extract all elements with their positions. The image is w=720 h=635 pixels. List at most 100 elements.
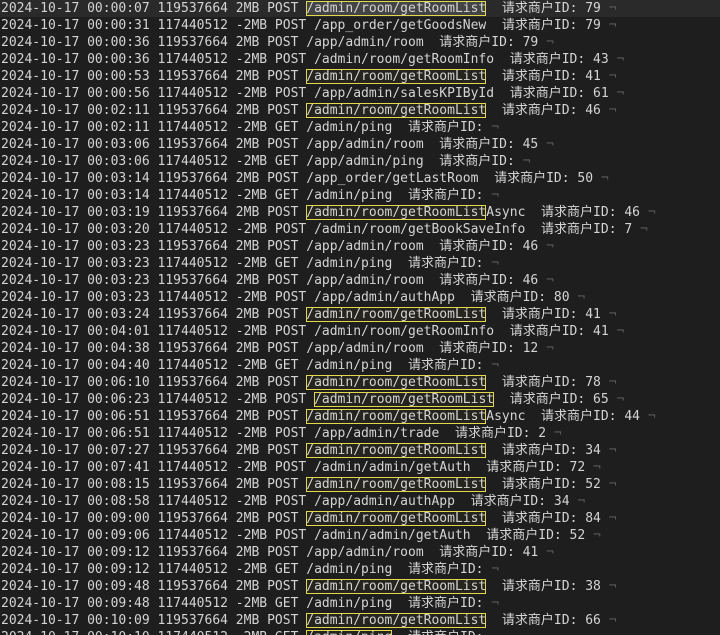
log-line[interactable]: 2024-10-17 00:09:48 117440512 -2MB GET /… — [0, 595, 720, 612]
log-line-text: 2024-10-17 00:04:40 117440512 -2MB GET /… — [1, 358, 492, 373]
log-line-text: 请求商户ID: — [392, 630, 491, 635]
log-line-text: Async 请求商户ID: 44 — [486, 409, 648, 424]
log-line[interactable]: 2024-10-17 00:03:23 119537664 2MB POST /… — [0, 272, 720, 289]
end-of-line-marker: ¬ — [546, 35, 554, 50]
log-line[interactable]: 2024-10-17 00:07:27 119537664 2MB POST /… — [0, 442, 720, 459]
end-of-line-marker: ¬ — [608, 18, 617, 33]
log-line[interactable]: 2024-10-17 00:06:23 117440512 -2MB POST … — [0, 391, 720, 408]
log-line[interactable]: 2024-10-17 00:00:07 119537664 2MB POST /… — [0, 0, 720, 17]
log-line-text: 请求商户ID: 41 — [486, 69, 609, 84]
end-of-line-marker: ¬ — [608, 1, 617, 16]
log-line[interactable]: 2024-10-17 00:00:31 117440512 -2MB POST … — [0, 17, 720, 34]
log-line[interactable]: 2024-10-17 00:03:14 117440512 -2MB GET /… — [0, 187, 720, 204]
search-match-highlight: /admin/room/getRoomList — [314, 392, 495, 407]
end-of-line-marker: ¬ — [616, 52, 625, 67]
log-line[interactable]: 2024-10-17 00:04:40 117440512 -2MB GET /… — [0, 357, 720, 374]
log-line-text: 2024-10-17 00:04:01 117440512 -2MB POST … — [1, 324, 617, 339]
log-line-text: 2024-10-17 00:07:41 117440512 -2MB POST … — [1, 460, 594, 475]
search-match-highlight: /admin/room/getRoomList — [306, 1, 487, 16]
search-match-highlight: /admin/room/getRoomList — [306, 579, 487, 594]
log-line-text: 2024-10-17 00:07:27 119537664 2MB POST — [1, 443, 307, 458]
log-line[interactable]: 2024-10-17 00:03:23 119537664 2MB POST /… — [0, 238, 720, 255]
log-line[interactable]: 2024-10-17 00:00:53 119537664 2MB POST /… — [0, 68, 720, 85]
log-line[interactable]: 2024-10-17 00:03:06 119537664 2MB POST /… — [0, 136, 720, 153]
end-of-line-marker: ¬ — [491, 562, 500, 577]
end-of-line-marker: ¬ — [647, 205, 656, 220]
search-match-highlight: /admin/room/getRoomList — [306, 375, 487, 390]
log-line-text: 2024-10-17 00:10:10 117440512 -2MB GET — [1, 630, 306, 635]
log-line[interactable]: 2024-10-17 00:03:23 117440512 -2MB GET /… — [0, 255, 720, 272]
log-line-text: 请求商户ID: 66 — [486, 613, 609, 628]
log-line-text: 2024-10-17 00:03:23 117440512 -2MB POST … — [1, 290, 578, 305]
log-line-text: 2024-10-17 00:02:11 119537664 2MB POST — [1, 103, 307, 118]
log-line[interactable]: 2024-10-17 00:08:58 117440512 -2MB POST … — [0, 493, 720, 510]
end-of-line-marker: ¬ — [608, 613, 617, 628]
log-line[interactable]: 2024-10-17 00:02:11 117440512 -2MB GET /… — [0, 119, 720, 136]
end-of-line-marker: ¬ — [546, 137, 554, 152]
log-line[interactable]: 2024-10-17 00:03:23 117440512 -2MB POST … — [0, 289, 720, 306]
log-line[interactable]: 2024-10-17 00:00:36 119537664 2MB POST /… — [0, 34, 720, 51]
log-line[interactable]: 2024-10-17 00:10:10 117440512 -2MB GET /… — [0, 629, 720, 635]
end-of-line-marker: ¬ — [491, 256, 500, 271]
end-of-line-marker: ¬ — [608, 579, 617, 594]
end-of-line-marker: ¬ — [546, 341, 554, 356]
log-line[interactable]: 2024-10-17 00:06:10 119537664 2MB POST /… — [0, 374, 720, 391]
log-line[interactable]: 2024-10-17 00:09:12 119537664 2MB POST /… — [0, 544, 720, 561]
end-of-line-marker: ¬ — [616, 392, 625, 407]
log-line[interactable]: 2024-10-17 00:02:11 119537664 2MB POST /… — [0, 102, 720, 119]
log-line-text: 2024-10-17 00:08:58 117440512 -2MB POST … — [1, 494, 578, 509]
log-line[interactable]: 2024-10-17 00:06:51 117440512 -2MB POST … — [0, 425, 720, 442]
end-of-line-marker: ¬ — [577, 290, 586, 305]
end-of-line-marker: ¬ — [546, 545, 554, 560]
log-line-text: 2024-10-17 00:04:38 119537664 2MB POST /… — [1, 341, 547, 356]
log-line-text: 2024-10-17 00:03:14 119537664 2MB POST /… — [1, 171, 601, 186]
log-line[interactable]: 2024-10-17 00:04:38 119537664 2MB POST /… — [0, 340, 720, 357]
search-match-highlight: /admin/room/getRoomList — [306, 477, 487, 492]
log-line-text: 请求商户ID: 46 — [486, 103, 609, 118]
log-line[interactable]: 2024-10-17 00:08:15 119537664 2MB POST /… — [0, 476, 720, 493]
log-line[interactable]: 2024-10-17 00:07:41 117440512 -2MB POST … — [0, 459, 720, 476]
log-line[interactable]: 2024-10-17 00:10:09 119537664 2MB POST /… — [0, 612, 720, 629]
log-line-text: 2024-10-17 00:10:09 119537664 2MB POST — [1, 613, 307, 628]
log-line[interactable]: 2024-10-17 00:09:48 119537664 2MB POST /… — [0, 578, 720, 595]
log-line-text: 2024-10-17 00:06:51 117440512 -2MB POST … — [1, 426, 554, 441]
log-line-text: 2024-10-17 00:03:23 117440512 -2MB GET /… — [1, 256, 492, 271]
log-line[interactable]: 2024-10-17 00:00:36 117440512 -2MB POST … — [0, 51, 720, 68]
log-line[interactable]: 2024-10-17 00:03:19 119537664 2MB POST /… — [0, 204, 720, 221]
end-of-line-marker: ¬ — [593, 460, 601, 475]
log-line-text: 2024-10-17 00:03:19 119537664 2MB POST — [1, 205, 307, 220]
end-of-line-marker: ¬ — [647, 409, 656, 424]
log-line[interactable]: 2024-10-17 00:04:01 117440512 -2MB POST … — [0, 323, 720, 340]
search-match-highlight: /admin/room/getRoomList — [306, 307, 487, 322]
log-editor[interactable]: 2024-10-17 00:00:07 119537664 2MB POST /… — [0, 0, 720, 635]
search-match-highlight: /admin/room/getRoomList — [306, 205, 487, 220]
end-of-line-marker: ¬ — [600, 171, 609, 186]
end-of-line-marker: ¬ — [522, 154, 531, 169]
log-line-text: 2024-10-17 00:03:06 117440512 -2MB GET /… — [1, 154, 523, 169]
log-line[interactable]: 2024-10-17 00:03:06 117440512 -2MB GET /… — [0, 153, 720, 170]
log-line-text: 2024-10-17 00:00:36 117440512 -2MB POST … — [1, 52, 617, 67]
end-of-line-marker: ¬ — [616, 324, 625, 339]
end-of-line-marker: ¬ — [546, 273, 554, 288]
log-line-text: 请求商户ID: 52 — [486, 477, 609, 492]
end-of-line-marker: ¬ — [608, 443, 617, 458]
log-line[interactable]: 2024-10-17 00:06:51 119537664 2MB POST /… — [0, 408, 720, 425]
log-line[interactable]: 2024-10-17 00:00:56 117440512 -2MB POST … — [0, 85, 720, 102]
search-match-highlight: /admin/room/getRoomList — [306, 613, 487, 628]
log-line-text: 2024-10-17 00:00:36 119537664 2MB POST /… — [1, 35, 547, 50]
log-line[interactable]: 2024-10-17 00:03:20 117440512 -2MB POST … — [0, 221, 720, 238]
log-lines: 2024-10-17 00:00:07 119537664 2MB POST /… — [0, 0, 720, 635]
end-of-line-marker: ¬ — [608, 307, 617, 322]
log-line[interactable]: 2024-10-17 00:09:12 117440512 -2MB GET /… — [0, 561, 720, 578]
end-of-line-marker: ¬ — [491, 596, 500, 611]
log-line[interactable]: 2024-10-17 00:09:06 117440512 -2MB POST … — [0, 527, 720, 544]
log-line[interactable]: 2024-10-17 00:03:14 119537664 2MB POST /… — [0, 170, 720, 187]
search-match-highlight: /admin/room/getRoomList — [306, 69, 487, 84]
log-line-text: 2024-10-17 00:03:23 119537664 2MB POST /… — [1, 273, 547, 288]
end-of-line-marker: ¬ — [608, 69, 617, 84]
log-line[interactable]: 2024-10-17 00:09:00 119537664 2MB POST /… — [0, 510, 720, 527]
search-match-highlight: /admin/room/getRoomList — [306, 511, 487, 526]
log-line[interactable]: 2024-10-17 00:03:24 119537664 2MB POST /… — [0, 306, 720, 323]
log-line-text: 2024-10-17 00:09:12 119537664 2MB POST /… — [1, 545, 547, 560]
end-of-line-marker: ¬ — [640, 222, 648, 237]
